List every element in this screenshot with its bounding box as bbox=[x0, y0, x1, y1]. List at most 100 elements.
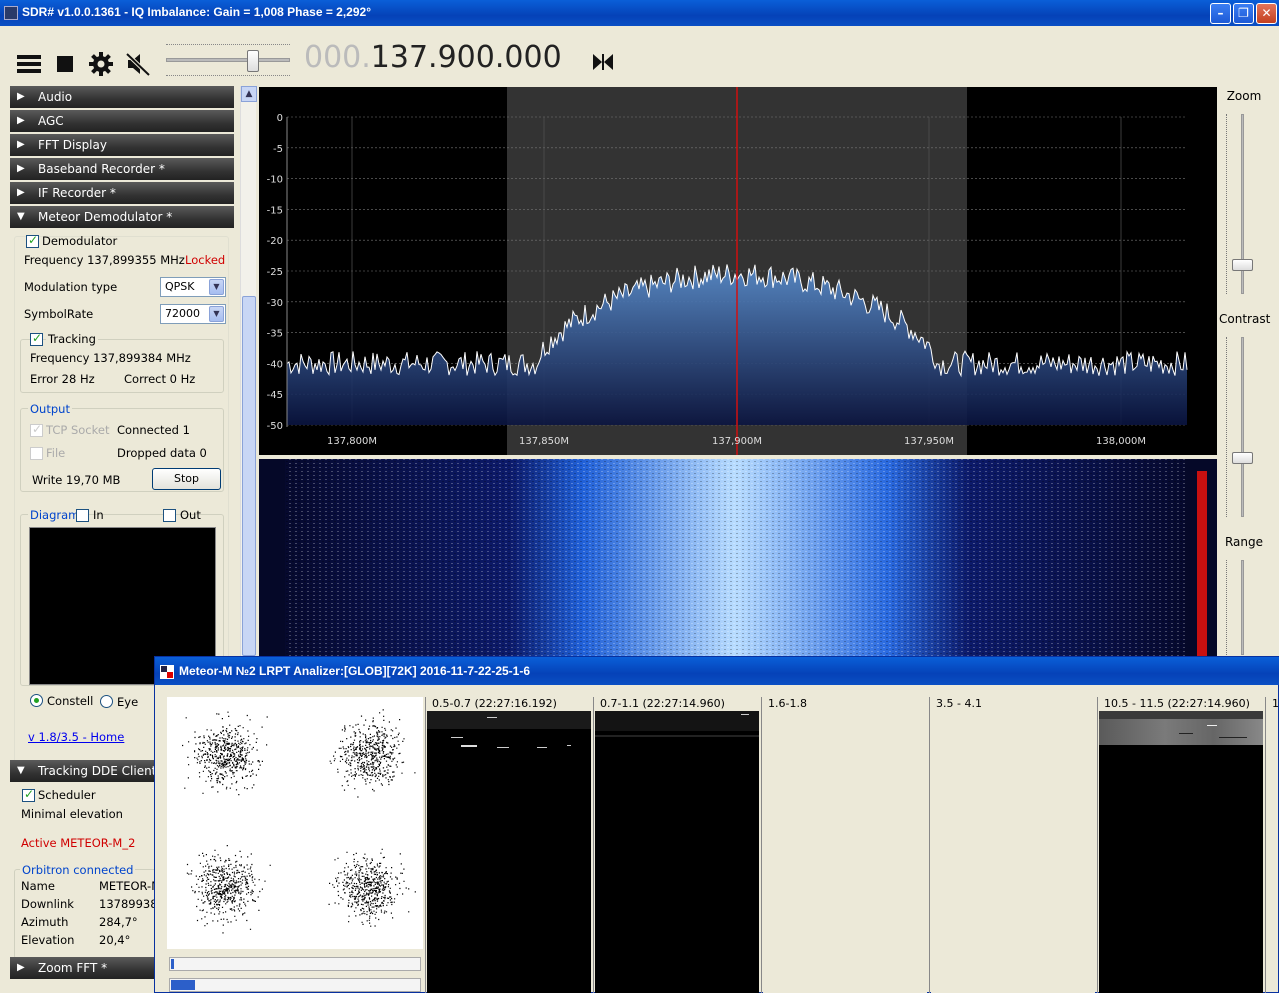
contrast-slider[interactable] bbox=[1241, 337, 1244, 517]
file-label: File bbox=[46, 446, 66, 460]
section-if-recorder[interactable]: ▶ IF Recorder * bbox=[10, 182, 234, 204]
x-tick-label: 137,900M bbox=[712, 436, 762, 447]
channel-panel: 3.5 - 4.1 bbox=[929, 697, 1095, 993]
chevron-down-icon: ▼ bbox=[209, 279, 224, 295]
diagram-label: Diagram bbox=[28, 508, 82, 522]
maximize-button[interactable]: ❐ bbox=[1233, 3, 1254, 24]
zoom-label: Zoom bbox=[1226, 89, 1262, 103]
y-tick-label: 0 bbox=[277, 113, 283, 124]
tracking-label: Tracking bbox=[46, 332, 98, 346]
constellation-diagram bbox=[167, 697, 423, 949]
spectrum-plot: 0 -5 -10 -15 -20 -25 -30 -35 -40 -45 -50 137,800M 1… bbox=[267, 87, 1188, 455]
symbolrate-label: SymbolRate bbox=[24, 307, 94, 321]
volume-slider-thumb[interactable] bbox=[247, 50, 259, 72]
volume-slider-ticks-bottom bbox=[166, 70, 290, 76]
buffer-progress-fill bbox=[171, 959, 174, 969]
lrpt-app-icon bbox=[160, 665, 174, 679]
channel-image bbox=[931, 711, 1095, 993]
center-tune-icon[interactable] bbox=[589, 48, 617, 76]
stop-button[interactable]: Stop bbox=[152, 468, 221, 490]
channel-image-plot bbox=[1099, 711, 1263, 745]
scheduler-label: Scheduler bbox=[38, 788, 96, 802]
x-tick-label: 138,000M bbox=[1096, 436, 1146, 447]
connected-text: Connected 1 bbox=[117, 423, 190, 437]
section-audio[interactable]: ▶ Audio bbox=[10, 86, 234, 108]
scheduler-checkbox[interactable] bbox=[22, 787, 35, 802]
mute-icon[interactable] bbox=[124, 50, 152, 78]
elevation-value: 20,4° bbox=[99, 933, 131, 947]
y-tick-label: -25 bbox=[267, 267, 283, 278]
frequency-display[interactable]: 000.137.900.000 bbox=[304, 40, 562, 75]
section-agc[interactable]: ▶ AGC bbox=[10, 110, 234, 132]
modulation-type-select[interactable]: QPSK ▼ bbox=[160, 277, 226, 297]
diagram-out-checkbox[interactable] bbox=[163, 509, 176, 522]
toolbar: 000.137.900.000 bbox=[0, 26, 1279, 88]
name-key: Name bbox=[21, 879, 55, 893]
demod-frequency: Frequency 137,899355 MHz bbox=[24, 253, 185, 267]
elevation-key: Elevation bbox=[21, 933, 75, 947]
x-tick-label: 137,850M bbox=[519, 436, 569, 447]
contrast-slider-thumb[interactable] bbox=[1232, 452, 1253, 464]
error-text: Error 28 Hz bbox=[30, 372, 95, 386]
channel-image bbox=[595, 711, 759, 993]
section-baseband-recorder[interactable]: ▶ Baseband Recorder * bbox=[10, 158, 234, 180]
window-title: SDR# v1.0.0.1361 - IQ Imbalance: Gain = … bbox=[22, 5, 371, 19]
channel-panel: 0.7-1.1 (22:27:14.960) bbox=[593, 697, 759, 993]
channel-image bbox=[427, 711, 591, 993]
range-label: Range bbox=[1224, 535, 1264, 549]
orbitron-status: Orbitron connected bbox=[20, 863, 136, 877]
tcp-socket-checkbox[interactable] bbox=[30, 422, 43, 437]
zoom-ticks bbox=[1226, 114, 1230, 294]
lrpt-analyzer-title: Meteor-M №2 LRPT Analizer:[GLOB][72K] 20… bbox=[179, 664, 531, 678]
volume-slider-ticks-top bbox=[166, 44, 290, 50]
waterfall-plot bbox=[285, 459, 1207, 659]
modulation-type-label: Modulation type bbox=[24, 280, 118, 294]
diagram-in-checkbox[interactable] bbox=[76, 509, 89, 522]
volume-slider[interactable] bbox=[166, 58, 290, 62]
spectrum-display[interactable]: 0 -5 -10 -15 -20 -25 -30 -35 -40 -45 -50 137,800M 1… bbox=[259, 87, 1217, 455]
close-button[interactable]: ✕ bbox=[1256, 3, 1277, 24]
y-tick-label: -30 bbox=[267, 298, 283, 309]
section-fft-display[interactable]: ▶ FFT Display bbox=[10, 134, 234, 156]
section-meteor-demodulator[interactable]: ▼ Meteor Demodulator * bbox=[10, 206, 234, 228]
frequency-main: 137.900.000 bbox=[370, 40, 562, 75]
channel-label: 1.6-1.8 bbox=[768, 697, 807, 710]
file-checkbox[interactable] bbox=[30, 447, 43, 460]
scrollbar-thumb[interactable] bbox=[242, 296, 256, 656]
range-slider[interactable] bbox=[1241, 560, 1244, 655]
zoom-slider-thumb[interactable] bbox=[1232, 259, 1253, 271]
buffer-progress bbox=[169, 957, 421, 971]
range-ticks bbox=[1226, 560, 1230, 655]
constellation-points bbox=[182, 709, 416, 934]
gear-icon[interactable] bbox=[87, 50, 115, 78]
demodulator-checkbox[interactable] bbox=[26, 233, 39, 248]
dropped-data-text: Dropped data 0 bbox=[117, 446, 207, 460]
tracking-frequency: Frequency 137,899384 MHz bbox=[30, 351, 191, 365]
channel-label: 10.5 - 11.5 (22:27:14.960) bbox=[1104, 697, 1250, 710]
minimize-button[interactable]: – bbox=[1210, 3, 1231, 24]
write-text: Write 19,70 MB bbox=[32, 473, 121, 487]
version-home-link[interactable]: v 1.8/3.5 - Home bbox=[28, 730, 124, 744]
scroll-up-icon[interactable]: ▲ bbox=[241, 86, 257, 102]
active-satellite: Active METEOR-M_2 bbox=[21, 836, 136, 850]
eye-radio[interactable] bbox=[100, 695, 113, 708]
azimuth-key: Azimuth bbox=[21, 915, 69, 929]
lrpt-analyzer-window: Meteor-M №2 LRPT Analizer:[GLOB][72K] 20… bbox=[154, 656, 1279, 993]
y-tick-label: -45 bbox=[267, 390, 283, 401]
signal-level-bar bbox=[1197, 471, 1207, 659]
symbolrate-select[interactable]: 72000 ▼ bbox=[160, 304, 226, 324]
tracking-checkbox[interactable] bbox=[30, 331, 43, 346]
diagram-out-label: Out bbox=[180, 508, 201, 522]
waterfall-display[interactable] bbox=[259, 459, 1217, 659]
channel-image bbox=[763, 711, 927, 993]
stop-icon[interactable] bbox=[51, 50, 79, 78]
channel-label: 0.5-0.7 (22:27:16.192) bbox=[432, 697, 557, 710]
constell-radio[interactable] bbox=[30, 694, 43, 707]
contrast-ticks bbox=[1226, 337, 1230, 517]
channel-label: 0.7-1.1 (22:27:14.960) bbox=[600, 697, 725, 710]
menu-icon[interactable] bbox=[15, 50, 43, 78]
sidebar-scrollbar[interactable]: ▲ bbox=[240, 86, 257, 656]
demodulator-label: Demodulator bbox=[42, 234, 118, 248]
correct-text: Correct 0 Hz bbox=[124, 372, 196, 386]
constell-label: Constell bbox=[47, 694, 94, 708]
